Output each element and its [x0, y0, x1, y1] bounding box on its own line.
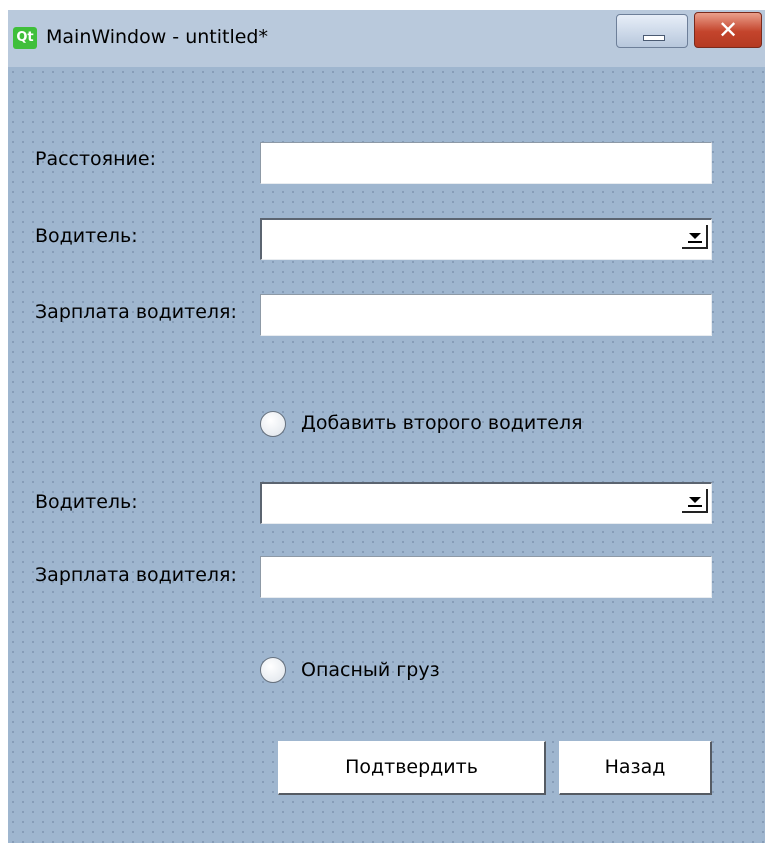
close-icon: ✕ — [717, 16, 739, 44]
confirm-button[interactable]: Подтвердить — [278, 741, 546, 795]
driver1-dropdown-button[interactable] — [682, 225, 708, 249]
form-area: Расстояние: Водитель: Зарплата водителя:… — [8, 67, 765, 843]
add-second-driver-label[interactable]: Добавить второго водителя — [301, 412, 583, 434]
driver1-label: Водитель: — [35, 225, 138, 247]
chevron-down-icon — [689, 497, 701, 503]
minimize-button[interactable] — [616, 14, 688, 48]
chevron-down-icon — [689, 233, 701, 239]
dangerous-cargo-radio[interactable] — [260, 657, 286, 683]
minimize-icon — [643, 35, 665, 41]
driver2-combobox[interactable] — [260, 482, 712, 524]
dropdown-underline — [688, 505, 702, 507]
driver1-combobox[interactable] — [260, 218, 712, 260]
main-window: Qt MainWindow - untitled* ✕ Расстояние: … — [8, 10, 765, 843]
salary1-label: Зарплата водителя: — [35, 301, 237, 323]
back-button[interactable]: Назад — [559, 741, 712, 795]
qt-app-icon: Qt — [13, 27, 37, 49]
driver2-label: Водитель: — [35, 491, 138, 513]
dangerous-cargo-label[interactable]: Опасный груз — [301, 659, 440, 681]
distance-input[interactable] — [260, 142, 712, 184]
add-second-driver-radio[interactable] — [260, 411, 286, 437]
salary2-label: Зарплата водителя: — [35, 564, 237, 586]
driver2-dropdown-button[interactable] — [682, 489, 708, 513]
salary2-input[interactable] — [260, 556, 712, 598]
distance-label: Расстояние: — [35, 148, 156, 170]
salary1-input[interactable] — [260, 294, 712, 336]
dropdown-underline — [688, 241, 702, 243]
window-title: MainWindow - untitled* — [46, 26, 268, 48]
title-bar[interactable]: Qt MainWindow - untitled* ✕ — [8, 10, 765, 67]
close-button[interactable]: ✕ — [694, 12, 762, 48]
